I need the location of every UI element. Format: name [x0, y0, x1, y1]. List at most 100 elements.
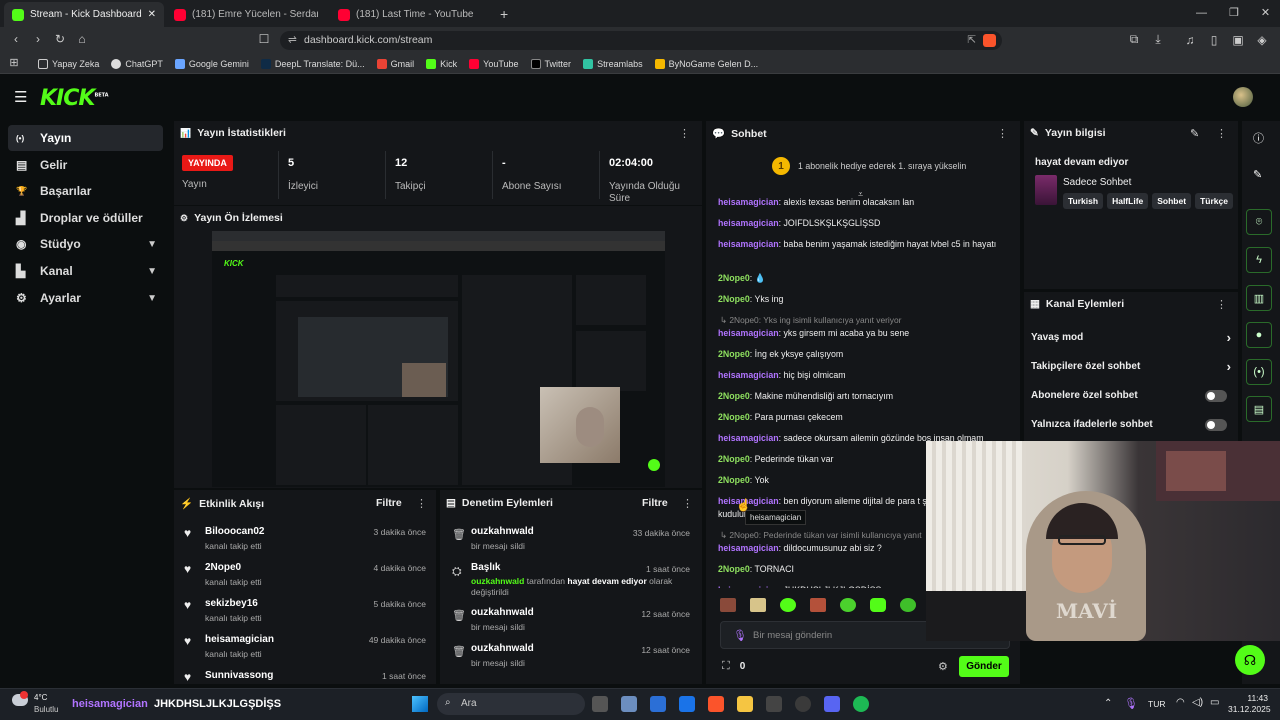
chat-username[interactable]: heisamagician — [718, 543, 779, 553]
kebab-menu-icon[interactable]: ⋮ — [997, 127, 1008, 140]
bookmark-item[interactable]: YouTube — [469, 58, 519, 69]
bookmark-item[interactable]: ChatGPT — [111, 58, 163, 69]
tag-badge[interactable]: Sohbet — [1152, 193, 1192, 209]
rail-screenshot-button[interactable]: ⌾ — [1246, 209, 1272, 235]
chat-username[interactable]: heisamagician — [718, 328, 779, 338]
site-info-icon[interactable]: ⇌ — [288, 31, 297, 50]
mod-actor[interactable]: ouzkahnwald — [471, 526, 534, 537]
clock[interactable]: 11:43 31.12.2025 — [1228, 693, 1271, 715]
media-icon[interactable]: ♫ — [1182, 33, 1198, 47]
bookmark-item[interactable]: Streamlabs — [583, 58, 643, 69]
emote-icon[interactable] — [720, 598, 736, 612]
bookmark-item[interactable]: Kick — [426, 58, 457, 69]
brave-shield-icon[interactable] — [983, 34, 996, 47]
home-icon[interactable]: ⌂ — [74, 32, 90, 46]
tab-youtube-1[interactable]: (181) Emre Yücelen - Serdar yapma m — [166, 2, 326, 27]
bookmark-item[interactable]: Twitter — [530, 58, 571, 69]
kebab-menu-icon[interactable]: ⋮ — [682, 497, 693, 510]
sidebar-item-studyo[interactable]: ◉ Stüdyo ▼ — [8, 231, 163, 257]
edit-rail-icon[interactable]: ✎ — [1253, 168, 1262, 181]
tab-youtube-2[interactable]: (181) Last Time - YouTube — [330, 2, 490, 27]
tag-badge[interactable]: Türkçe — [1195, 193, 1233, 209]
bookmark-item[interactable]: ByNoGame Gelen D... — [654, 58, 758, 69]
sidebar-icon[interactable]: ▯ — [1206, 33, 1222, 47]
bookmark-icon[interactable]: ☐ — [256, 32, 272, 46]
emote-icon[interactable] — [870, 598, 886, 612]
vpn-icon[interactable]: ◈ — [1254, 33, 1270, 47]
sidebar-item-gelir[interactable]: ▤ Gelir — [8, 152, 163, 178]
rail-layout-button[interactable]: ▤ — [1246, 396, 1272, 422]
hamburger-menu-icon[interactable]: ☰ — [14, 88, 27, 106]
kebab-menu-icon[interactable]: ⋮ — [679, 127, 690, 140]
forward-icon[interactable]: › — [30, 32, 46, 46]
discord-icon[interactable] — [824, 696, 840, 712]
store-icon[interactable] — [650, 696, 666, 712]
subscribers-only-toggle[interactable] — [1205, 390, 1227, 402]
close-window-icon[interactable]: ✕ — [1261, 6, 1270, 19]
emote-icon[interactable] — [900, 598, 916, 612]
mod-actor[interactable]: ouzkahnwald — [471, 607, 534, 618]
language-indicator[interactable]: TUR — [1148, 699, 1165, 709]
avatar[interactable] — [1233, 87, 1253, 107]
chat-username[interactable]: heisamagician — [718, 197, 779, 207]
chat-username[interactable]: 2Nope0 — [718, 564, 750, 574]
chat-username[interactable]: heisamagician — [718, 239, 779, 249]
chat-username[interactable]: 2Nope0 — [718, 349, 750, 359]
reply-context[interactable]: ↳ 2Nope0: Yks ing isimli kullanıcıya yan… — [718, 314, 1008, 327]
rail-broadcast-button[interactable]: (•) — [1246, 359, 1272, 385]
weather-temp[interactable]: 4°C — [34, 693, 47, 702]
info-icon[interactable]: ⓘ — [1253, 130, 1264, 146]
chat-username[interactable]: heisamagician — [718, 585, 779, 588]
event-username[interactable]: heisamagician — [205, 634, 274, 645]
chat-username[interactable]: heisamagician — [718, 218, 779, 228]
windows-start-icon[interactable] — [412, 696, 428, 712]
bookmark-item[interactable]: Google Gemini — [174, 58, 249, 69]
volume-icon[interactable]: ◁) — [1192, 697, 1203, 708]
new-tab-icon[interactable]: + — [500, 6, 508, 22]
outlook-icon[interactable] — [679, 696, 695, 712]
filter-button[interactable]: Filtre — [376, 497, 402, 509]
support-button[interactable]: ☊ — [1235, 645, 1265, 675]
mic-tray-icon[interactable]: 🎙 — [1124, 697, 1138, 710]
bookmark-item[interactable]: Yapay Zeka — [38, 58, 99, 69]
share-icon[interactable]: ⇱ — [967, 31, 976, 50]
bookmark-item[interactable]: Gmail — [376, 58, 414, 69]
edit-icon[interactable]: ✎ — [1190, 127, 1199, 140]
sidebar-item-yayin[interactable]: (•) Yayın — [8, 125, 163, 151]
event-username[interactable]: sekizbey16 — [205, 598, 258, 609]
bookmark-item[interactable]: DeepL Translate: Dü... — [260, 58, 365, 69]
filter-button[interactable]: Filtre — [642, 497, 668, 509]
reload-icon[interactable]: ↻ — [52, 32, 68, 46]
wallet-icon[interactable]: ▣ — [1230, 33, 1246, 47]
mic-icon[interactable]: 🎙 — [733, 629, 747, 642]
emote-only-toggle[interactable] — [1205, 419, 1227, 431]
mod-actor[interactable]: ouzkahnwald — [471, 643, 534, 654]
kick-logo[interactable]: KICKBETA — [40, 86, 109, 111]
chat-points[interactable]: ⛶ 0 — [722, 660, 745, 673]
tag-badge[interactable]: HalfLife — [1107, 193, 1149, 209]
action-followers-only[interactable]: Takipçilere özel sohbet › — [1031, 359, 1231, 374]
extensions-icon[interactable]: ⧉ — [1126, 32, 1142, 47]
chat-username[interactable]: 2Nope0 — [718, 391, 750, 401]
chat-username[interactable]: heisamagician — [718, 433, 779, 443]
emote-icon[interactable] — [780, 598, 796, 612]
url-field[interactable]: ⇌ dashboard.kick.com/stream ⇱ — [280, 31, 1002, 50]
emote-icon[interactable] — [810, 598, 826, 612]
tag-badge[interactable]: Turkish — [1063, 193, 1104, 209]
send-button[interactable]: Gönder — [959, 656, 1009, 677]
sidebar-item-ayarlar[interactable]: ⚙ Ayarlar ▼ — [8, 285, 163, 311]
chat-username[interactable]: 2Nope0 — [718, 294, 750, 304]
emote-icon[interactable] — [750, 598, 766, 612]
explorer-icon[interactable] — [737, 696, 753, 712]
event-username[interactable]: 2Nope0 — [205, 562, 241, 573]
task-view-icon[interactable] — [592, 696, 608, 712]
kebab-menu-icon[interactable]: ⋮ — [1216, 298, 1227, 311]
mod-actor-link[interactable]: ouzkahnwald — [471, 576, 524, 586]
rail-raid-button[interactable]: ϟ — [1246, 247, 1272, 273]
category-name[interactable]: Sadece Sohbet — [1063, 177, 1131, 188]
close-tab-icon[interactable]: ✕ — [148, 9, 156, 20]
taskbar-search[interactable]: ⌕ Ara — [437, 693, 585, 715]
brave-icon[interactable] — [708, 696, 724, 712]
event-username[interactable]: Sunnivassong — [205, 670, 273, 681]
emote-icon[interactable] — [840, 598, 856, 612]
